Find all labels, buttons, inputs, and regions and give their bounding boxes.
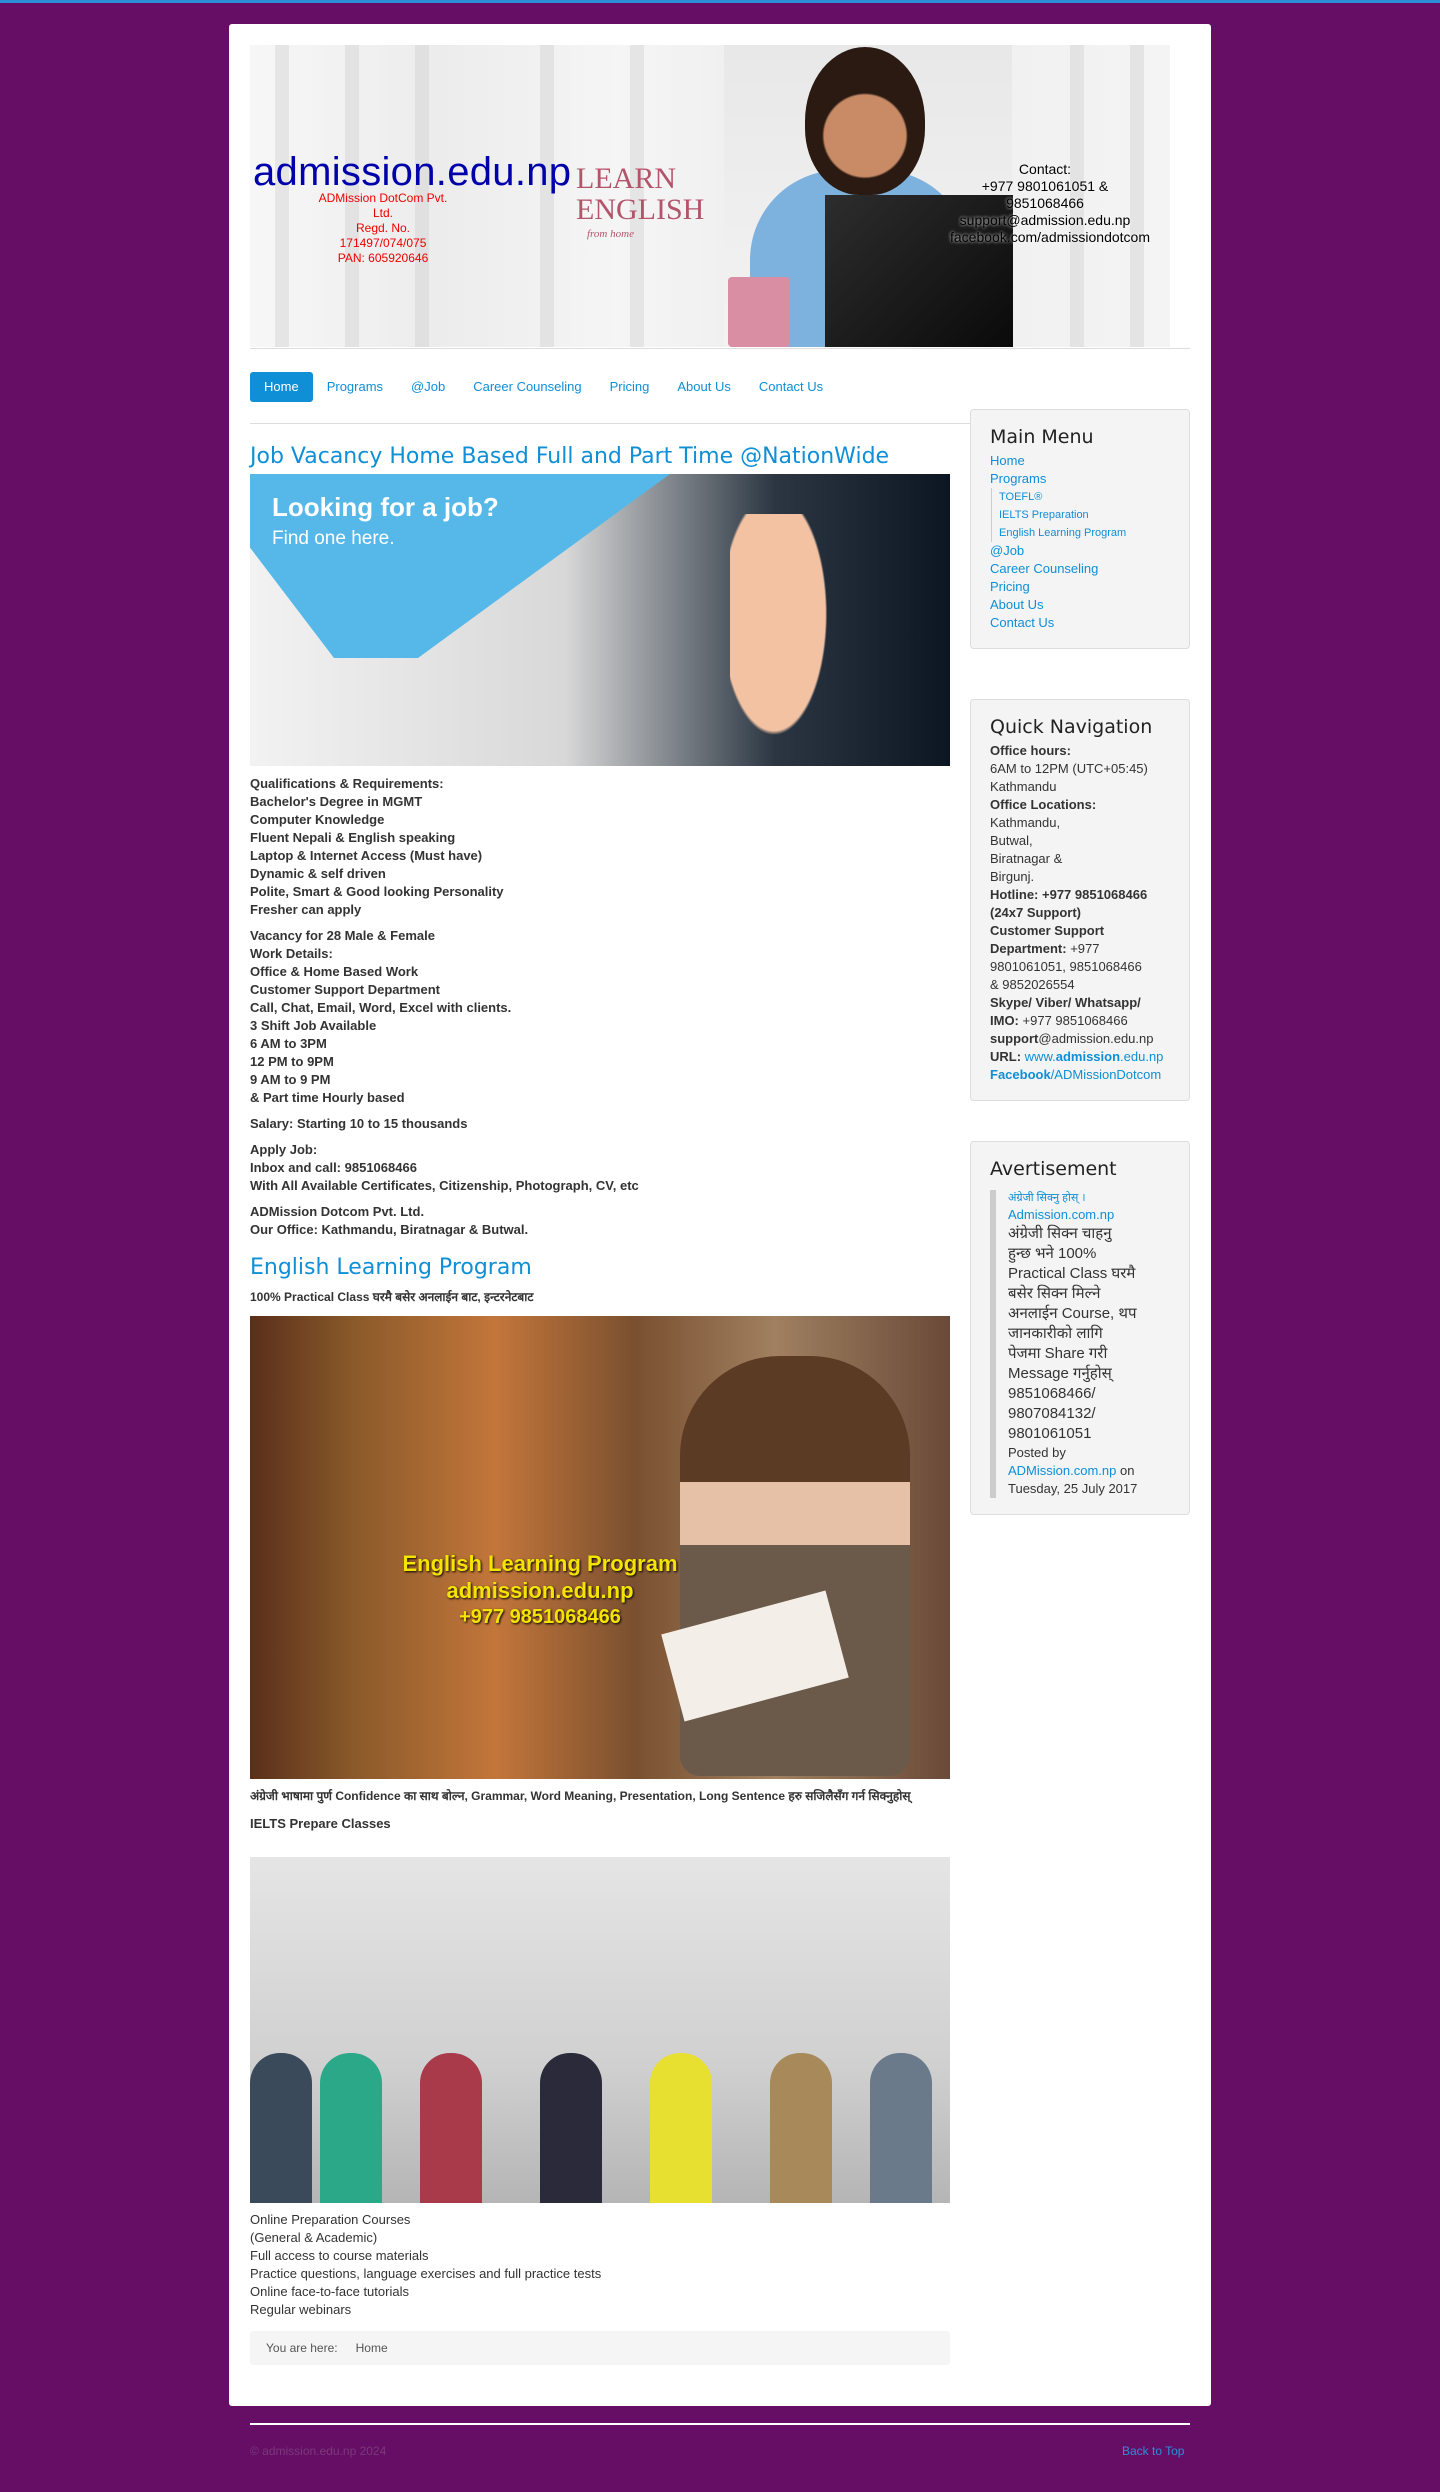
- company-info: ADMission DotCom Pvt. Ltd. Regd. No. 1714…: [318, 191, 448, 265]
- ielts-heading: IELTS Prepare Classes: [250, 1816, 391, 1831]
- english-intro: 100% Practical Class घरमै बसेर अनलाईन बा…: [250, 1290, 534, 1304]
- back-to-top-link[interactable]: Back to Top: [1122, 2444, 1184, 2458]
- english-program-image: English Learning Program admission.edu.n…: [250, 1316, 950, 1779]
- main-content: Job Vacancy Home Based Full and Part Tim…: [250, 424, 950, 2365]
- quick-navigation-module: Quick Navigation Office hours: 6AM to 12…: [970, 699, 1190, 1101]
- menu-pricing[interactable]: Pricing: [990, 579, 1030, 594]
- breadcrumb-label: You are here:: [266, 2341, 338, 2355]
- nav-pricing[interactable]: Pricing: [596, 372, 664, 402]
- menu-ielts[interactable]: IELTS Preparation: [999, 509, 1089, 521]
- breadcrumb-current: Home: [355, 2341, 388, 2355]
- hero-subtitle: Find one here.: [272, 528, 395, 549]
- menu-english-program[interactable]: English Learning Program: [999, 527, 1126, 539]
- office-block: ADMission Dotcom Pvt. Ltd. Our Office: Ka…: [250, 1204, 529, 1237]
- menu-contact-us[interactable]: Contact Us: [990, 615, 1054, 630]
- menu-programs[interactable]: Programs: [990, 471, 1046, 486]
- quick-nav-title: Quick Navigation: [990, 716, 1153, 738]
- nav-home[interactable]: Home: [250, 372, 313, 402]
- article-title-english[interactable]: English Learning Program: [250, 1255, 950, 1280]
- work-details-block: Vacancy for 28 Male & Female Work Details…: [250, 928, 512, 1105]
- nav-about-us[interactable]: About Us: [663, 372, 744, 402]
- advertisement-module: Avertisement अंग्रेजी सिक्नु होस् । Admi…: [970, 1141, 1190, 1515]
- site-url-link[interactable]: www.admission.edu.np: [1025, 1049, 1164, 1064]
- main-menu-module: Main Menu Home Programs TOEFL® IELTS Pre…: [970, 409, 1190, 649]
- advert-link-2[interactable]: Admission.com.np: [1008, 1207, 1114, 1222]
- from-home-text: from home: [587, 228, 634, 240]
- menu-job[interactable]: @Job: [990, 543, 1024, 558]
- advert-link[interactable]: अंग्रेजी सिक्नु होस् ।: [1008, 1192, 1086, 1204]
- learn-english-logo: LEARN ENGLISH: [576, 162, 705, 226]
- advert-post: अंग्रेजी सिक्नु होस् । Admission.com.np …: [990, 1190, 1170, 1498]
- hero-title: Looking for a job?: [272, 492, 499, 522]
- nav-contact-us[interactable]: Contact Us: [745, 372, 837, 402]
- facebook-link[interactable]: Facebook/ADMissionDotcom: [990, 1067, 1161, 1082]
- nav-job[interactable]: @Job: [397, 372, 459, 402]
- menu-home[interactable]: Home: [990, 453, 1025, 468]
- menu-about-us[interactable]: About Us: [990, 597, 1043, 612]
- requirements-block: Qualifications & Requirements: Bachelor's…: [250, 776, 504, 917]
- header-contact: Contact: +977 9801061051 & 9851068466 sup…: [950, 161, 1150, 245]
- site-logo[interactable]: admission.edu.np: [253, 150, 571, 195]
- main-menu-title: Main Menu: [990, 426, 1094, 448]
- footer-divider: [250, 2423, 1190, 2425]
- nav-programs[interactable]: Programs: [313, 372, 397, 402]
- breadcrumb: You are here: Home: [250, 2331, 950, 2365]
- ielts-list: Online Preparation Courses (General & Aca…: [250, 2212, 602, 2317]
- header-banner: admission.edu.np ADMission DotCom Pvt. L…: [250, 45, 1170, 347]
- ielts-students-image: [250, 1857, 950, 2203]
- article-title-job[interactable]: Job Vacancy Home Based Full and Part Tim…: [250, 444, 950, 469]
- job-hero-image: Looking for a job? Find one here.: [250, 474, 950, 766]
- salary-block: Salary: Starting 10 to 15 thousands: [250, 1116, 468, 1131]
- menu-toefl[interactable]: TOEFL®: [999, 491, 1042, 503]
- page-container: admission.edu.np ADMission DotCom Pvt. L…: [229, 24, 1211, 2406]
- poster-link[interactable]: ADMission.com.np: [1008, 1463, 1116, 1478]
- menu-career-counseling[interactable]: Career Counseling: [990, 561, 1098, 576]
- english-paragraph: अंग्रेजी भाषामा पुर्ण Confidence का साथ …: [250, 1789, 911, 1803]
- advert-title: Avertisement: [990, 1158, 1117, 1180]
- nav-career-counseling[interactable]: Career Counseling: [459, 372, 595, 402]
- footer-copyright: © admission.edu.np 2024: [250, 2444, 387, 2458]
- apply-block: Apply Job: Inbox and call: 9851068466 With…: [250, 1142, 639, 1193]
